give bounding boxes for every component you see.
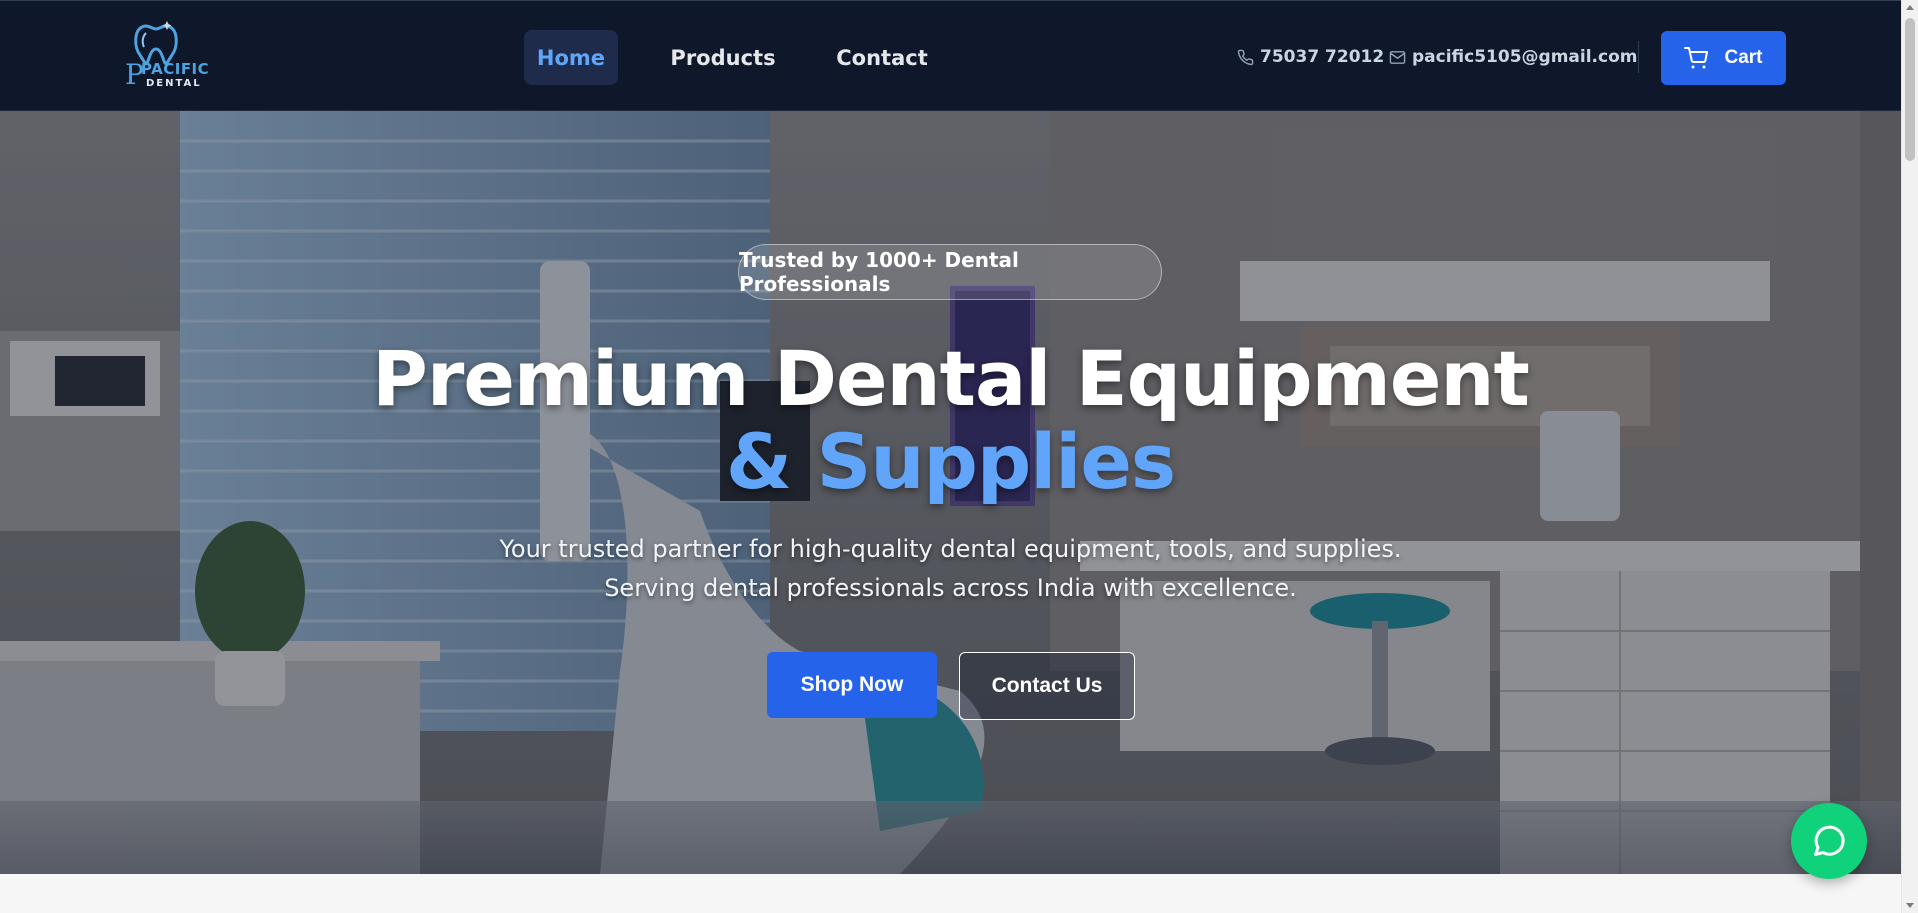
shop-now-button[interactable]: Shop Now [767, 652, 937, 718]
top-navbar: P PACIFIC DENTAL Home Products Contact 7… [0, 0, 1901, 111]
email-contact[interactable]: pacific5105@gmail.com [1389, 43, 1637, 71]
nav-home[interactable]: Home [524, 30, 618, 85]
scroll-up-arrow-icon[interactable] [1906, 5, 1914, 10]
nav-contact[interactable]: Contact [828, 30, 936, 85]
nav-home-label: Home [536, 45, 606, 70]
nav-divider [1638, 41, 1639, 73]
hero-subtitle-line1: Your trusted partner for high-quality de… [499, 535, 1402, 563]
trust-badge: Trusted by 1000+ Dental Professionals [738, 244, 1162, 300]
phone-icon [1237, 49, 1254, 65]
contact-us-button[interactable]: Contact Us [959, 652, 1135, 720]
scroll-down-arrow-icon[interactable] [1906, 903, 1914, 908]
nav-products[interactable]: Products [661, 30, 785, 85]
page-scrollbar[interactable] [1901, 0, 1918, 913]
cart-icon [1684, 47, 1709, 69]
hero-section: Trusted by 1000+ Dental Professionals Pr… [0, 111, 1901, 874]
scroll-thumb[interactable] [1905, 18, 1915, 161]
trust-badge-text: Trusted by 1000+ Dental Professionals [739, 248, 1019, 296]
cart-button[interactable]: Cart [1661, 31, 1786, 85]
whatsapp-chat-button[interactable] [1791, 803, 1867, 879]
shop-now-label: Shop Now [800, 673, 904, 696]
contact-us-label: Contact Us [991, 674, 1103, 697]
hero-headline-line2: & Supplies [725, 417, 1176, 506]
cart-label: Cart [1724, 47, 1763, 68]
mail-icon [1389, 50, 1406, 64]
email-address: pacific5105@gmail.com [1412, 47, 1638, 67]
nav-contact-label: Contact [836, 45, 928, 70]
phone-contact[interactable]: 75037 72012 [1237, 43, 1384, 71]
logo-name-line1: PACIFIC [141, 60, 210, 78]
nav-products-label: Products [670, 45, 776, 70]
logo-name-line2: DENTAL [146, 78, 202, 89]
phone-number: 75037 72012 [1260, 47, 1385, 67]
chat-bubble-icon [1814, 825, 1845, 856]
hero-headline-line1: Premium Dental Equipment [372, 334, 1530, 423]
hero-subtitle-line2: Serving dental professionals across Indi… [604, 574, 1297, 602]
